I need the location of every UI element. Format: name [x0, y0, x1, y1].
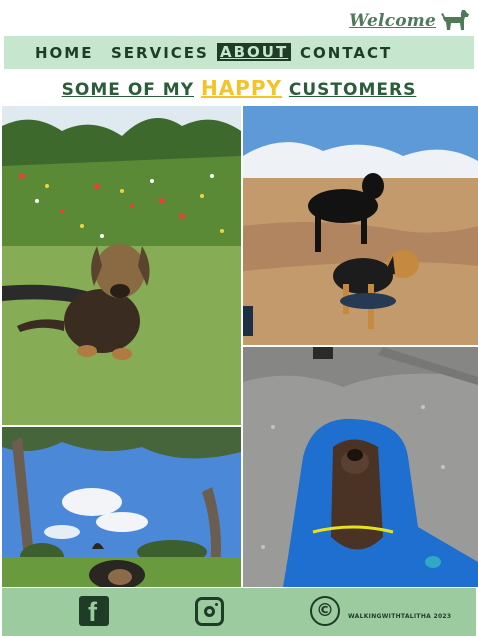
heading-suffix: CUSTOMERS: [288, 80, 417, 100]
nav-about-link[interactable]: ABOUT: [217, 43, 292, 61]
instagram-icon[interactable]: [195, 597, 224, 626]
copyright-icon: ©: [310, 596, 340, 626]
site-footer: f © WALKINGWITHTALITHA 2023: [2, 588, 476, 636]
page-heading: SOME OF MY HAPPY CUSTOMERS: [0, 76, 478, 100]
nav-home-link[interactable]: HOME: [35, 44, 93, 62]
facebook-icon[interactable]: f: [79, 596, 109, 627]
dog-icon: [441, 10, 469, 30]
gallery-photo-beach-dogs: [243, 106, 478, 345]
nav-services-link[interactable]: SERVICES: [111, 44, 209, 62]
heading-prefix: SOME OF MY: [61, 80, 195, 100]
photo-gallery: [2, 106, 478, 587]
welcome-text: Welcome: [349, 11, 436, 31]
gallery-photo-towel-dog: [243, 347, 478, 587]
gallery-photo-meadow-puppy: [2, 106, 241, 425]
brand-logo[interactable]: Welcome: [349, 8, 470, 34]
heading-highlight: HAPPY: [200, 76, 282, 100]
main-nav: HOME SERVICES ABOUT CONTACT: [4, 36, 474, 69]
copyright-text: WALKINGWITHTALITHA 2023: [348, 613, 452, 620]
gallery-photo-park-dog: [2, 427, 241, 587]
top-bar: Welcome: [0, 0, 478, 36]
nav-contact-link[interactable]: CONTACT: [300, 44, 392, 62]
